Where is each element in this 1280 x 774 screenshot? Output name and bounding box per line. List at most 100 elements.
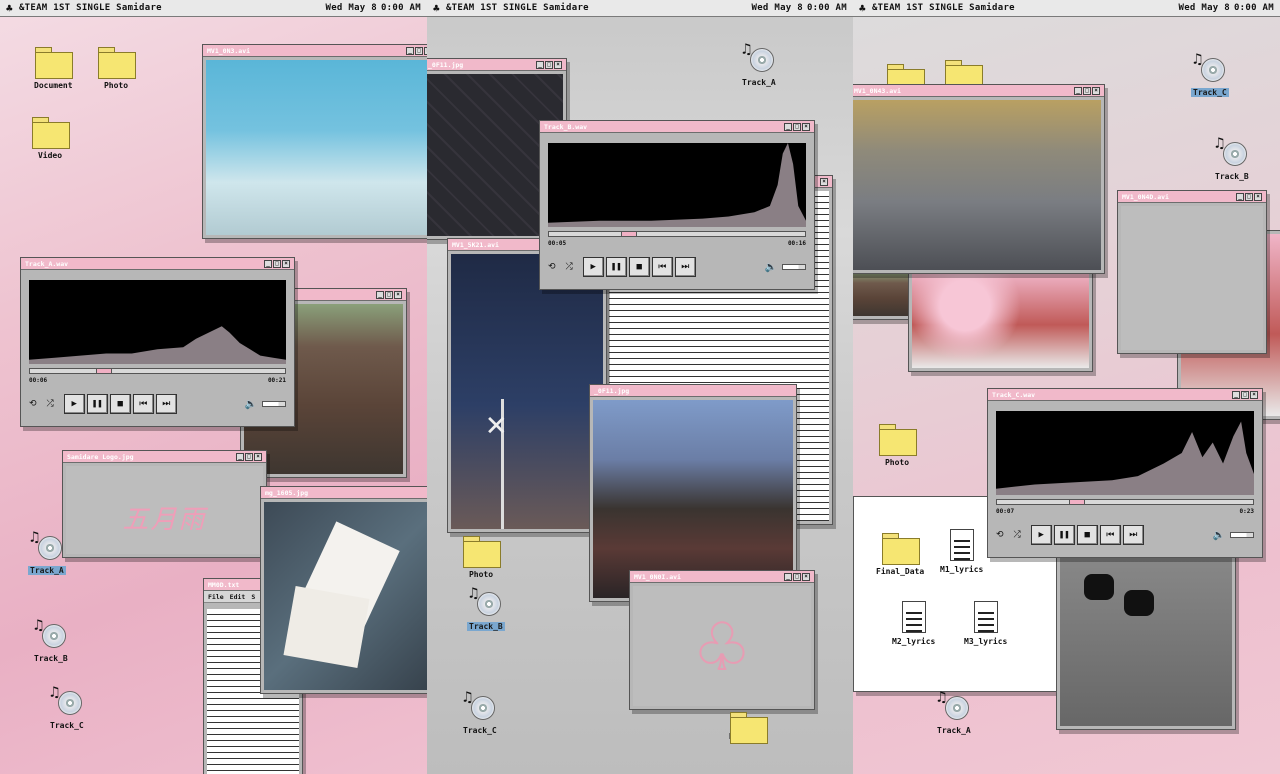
repeat-icon[interactable]: ⟲ — [29, 399, 37, 409]
track-a-file[interactable]: ♫ Track_A — [740, 40, 778, 87]
title-bar[interactable]: Samidare Logo.jpg _ □ × — [63, 451, 266, 463]
minimize-button[interactable]: _ — [1232, 390, 1240, 399]
shuffle-icon[interactable]: ⤮ — [566, 262, 573, 272]
maximize-button[interactable]: □ — [1083, 86, 1091, 95]
track-b-file[interactable]: ♫ Track_B — [467, 584, 505, 631]
prev-button[interactable]: ⏮ — [1099, 525, 1121, 545]
seek-knob[interactable] — [96, 368, 113, 374]
close-button[interactable]: × — [802, 572, 810, 581]
minimize-button[interactable]: _ — [784, 572, 792, 581]
close-button[interactable]: × — [1092, 86, 1100, 95]
edit-menu[interactable]: Edit — [230, 593, 246, 601]
next-button[interactable]: ⏭ — [674, 257, 696, 277]
close-button[interactable]: × — [1254, 192, 1262, 201]
play-button[interactable]: ▶ — [63, 394, 85, 414]
shuffle-icon[interactable]: ⤮ — [47, 399, 54, 409]
club-video-window[interactable]: MV1_0N0I.avi _ □ × ♣ — [629, 570, 815, 710]
repeat-icon[interactable]: ⟲ — [996, 530, 1004, 540]
maximize-button[interactable]: □ — [1245, 192, 1253, 201]
folder-icon[interactable] — [887, 64, 925, 96]
track-a-file[interactable]: ♫ Track_A — [28, 528, 66, 575]
title-bar[interactable]: Track_A.wav _ □ × — [21, 258, 294, 270]
title-bar[interactable]: Track_C.wav _ □ × — [988, 389, 1262, 401]
m2-lyrics-file[interactable]: M2_lyrics — [890, 601, 937, 646]
maximize-button[interactable]: □ — [793, 572, 801, 581]
prev-button[interactable]: ⏮ — [651, 257, 673, 277]
maximize-button[interactable]: □ — [415, 46, 423, 55]
sky-video-window[interactable]: MV1_0N3.avi_□× — [202, 44, 427, 239]
minimize-button[interactable]: _ — [536, 60, 544, 69]
volume-slider[interactable] — [262, 401, 286, 407]
play-button[interactable]: ▶ — [582, 257, 604, 277]
track-a-player[interactable]: Track_A.wav _ □ × 00:06 00:21 ⟲ ⤮ ▶ ❚❚ ■ ⏮ ⏭… — [20, 257, 295, 427]
track-c-file[interactable]: ♫ Track_C — [461, 688, 499, 735]
title-bar[interactable]: MV1_0N0I.avi _ □ × — [630, 571, 814, 583]
document-folder[interactable]: Document — [32, 47, 75, 90]
title-bar[interactable]: MV1_0N3.avi_□× — [203, 45, 427, 57]
photo-folder[interactable]: Photo — [879, 424, 917, 467]
seek-knob[interactable] — [620, 231, 637, 237]
repeat-icon[interactable]: ⟲ — [548, 262, 556, 272]
close-button[interactable]: × — [802, 122, 810, 131]
club-icon[interactable]: ♣ — [433, 2, 440, 15]
cherry-train-window[interactable] — [908, 268, 1093, 372]
minimize-button[interactable]: _ — [236, 452, 244, 461]
photo-folder[interactable]: Photo — [463, 536, 501, 579]
cards-image-window[interactable]: mg_1605.jpg — [260, 486, 427, 694]
blank-video-window[interactable]: MV1_0N4D.avi _ □ × — [1117, 190, 1267, 354]
stop-button[interactable]: ■ — [109, 394, 131, 414]
title-bar[interactable]: _0F11.jpg _ □ × — [427, 59, 566, 71]
pause-button[interactable]: ❚❚ — [1053, 525, 1075, 545]
track-b-file[interactable]: ♫ Track_B — [1213, 134, 1251, 181]
s-menu[interactable]: S — [251, 593, 255, 601]
logo-image-window[interactable]: Samidare Logo.jpg _ □ × 五月雨 — [62, 450, 267, 558]
next-button[interactable]: ⏭ — [1122, 525, 1144, 545]
pause-button[interactable]: ❚❚ — [86, 394, 108, 414]
track-b-player[interactable]: Track_B.wav _ □ × 00:05 00:16 ⟲ ⤮ ▶ ❚❚ ■ ⏮ ⏭… — [539, 120, 815, 290]
close-button[interactable]: × — [254, 452, 262, 461]
close-button[interactable]: × — [394, 290, 402, 299]
track-c-file[interactable]: ♫ Track_C — [48, 683, 86, 730]
club-icon[interactable]: ♣ — [859, 2, 866, 15]
volume-slider[interactable] — [782, 264, 806, 270]
maximize-button[interactable]: □ — [793, 122, 801, 131]
street-image-window[interactable] — [1056, 540, 1236, 730]
video-folder[interactable]: Video — [32, 117, 70, 160]
track-a-file[interactable]: ♫ Track_A — [935, 688, 973, 735]
volume-icon[interactable]: 🔈 — [1213, 530, 1225, 541]
volume-icon[interactable]: 🔈 — [765, 262, 777, 273]
stop-button[interactable]: ■ — [1076, 525, 1098, 545]
title-bar[interactable]: MV1_0N4D.avi _ □ × — [1118, 191, 1266, 203]
minimize-button[interactable]: _ — [784, 122, 792, 131]
shuffle-icon[interactable]: ⤮ — [1014, 530, 1021, 540]
seek-knob[interactable] — [1068, 499, 1085, 505]
minimize-button[interactable]: _ — [406, 46, 414, 55]
track-c-file[interactable]: ♫ Track_C — [1191, 50, 1229, 97]
final-data-folder[interactable]: Final_Data — [874, 533, 926, 576]
folder-icon[interactable] — [945, 60, 983, 92]
maximize-button[interactable]: □ — [273, 259, 281, 268]
close-button[interactable]: × — [1250, 390, 1258, 399]
pause-button[interactable]: ❚❚ — [605, 257, 627, 277]
maximize-button[interactable]: □ — [1241, 390, 1249, 399]
title-bar[interactable]: _0F11.jpg — [590, 385, 796, 397]
prev-button[interactable]: ⏮ — [132, 394, 154, 414]
close-button[interactable]: × — [282, 259, 290, 268]
minimize-button[interactable]: _ — [376, 290, 384, 299]
track-b-file[interactable]: ♫ Track_B — [32, 616, 70, 663]
city-video-window[interactable]: MV1_0N43.avi _ □ × — [853, 84, 1105, 274]
minimize-button[interactable]: _ — [1074, 86, 1082, 95]
seek-bar[interactable] — [548, 231, 806, 237]
photo-folder[interactable]: Photo — [98, 47, 136, 90]
close-button[interactable]: × — [554, 60, 562, 69]
minimize-button[interactable]: _ — [264, 259, 272, 268]
title-bar[interactable]: Track_B.wav _ □ × — [540, 121, 814, 133]
m1-lyrics-file[interactable]: M1_lyrics — [938, 529, 985, 574]
stop-button[interactable]: ■ — [628, 257, 650, 277]
volume-icon[interactable]: 🔈 — [245, 399, 257, 410]
seek-bar[interactable] — [996, 499, 1254, 505]
close-button[interactable]: × — [820, 177, 828, 186]
title-bar[interactable]: mg_1605.jpg — [261, 487, 427, 499]
track-c-player[interactable]: Track_C.wav _ □ × 00:07 0:23 ⟲ ⤮ ▶ ❚❚ ■ ⏮ ⏭ … — [987, 388, 1263, 558]
document-folder[interactable]: Document — [727, 712, 770, 744]
